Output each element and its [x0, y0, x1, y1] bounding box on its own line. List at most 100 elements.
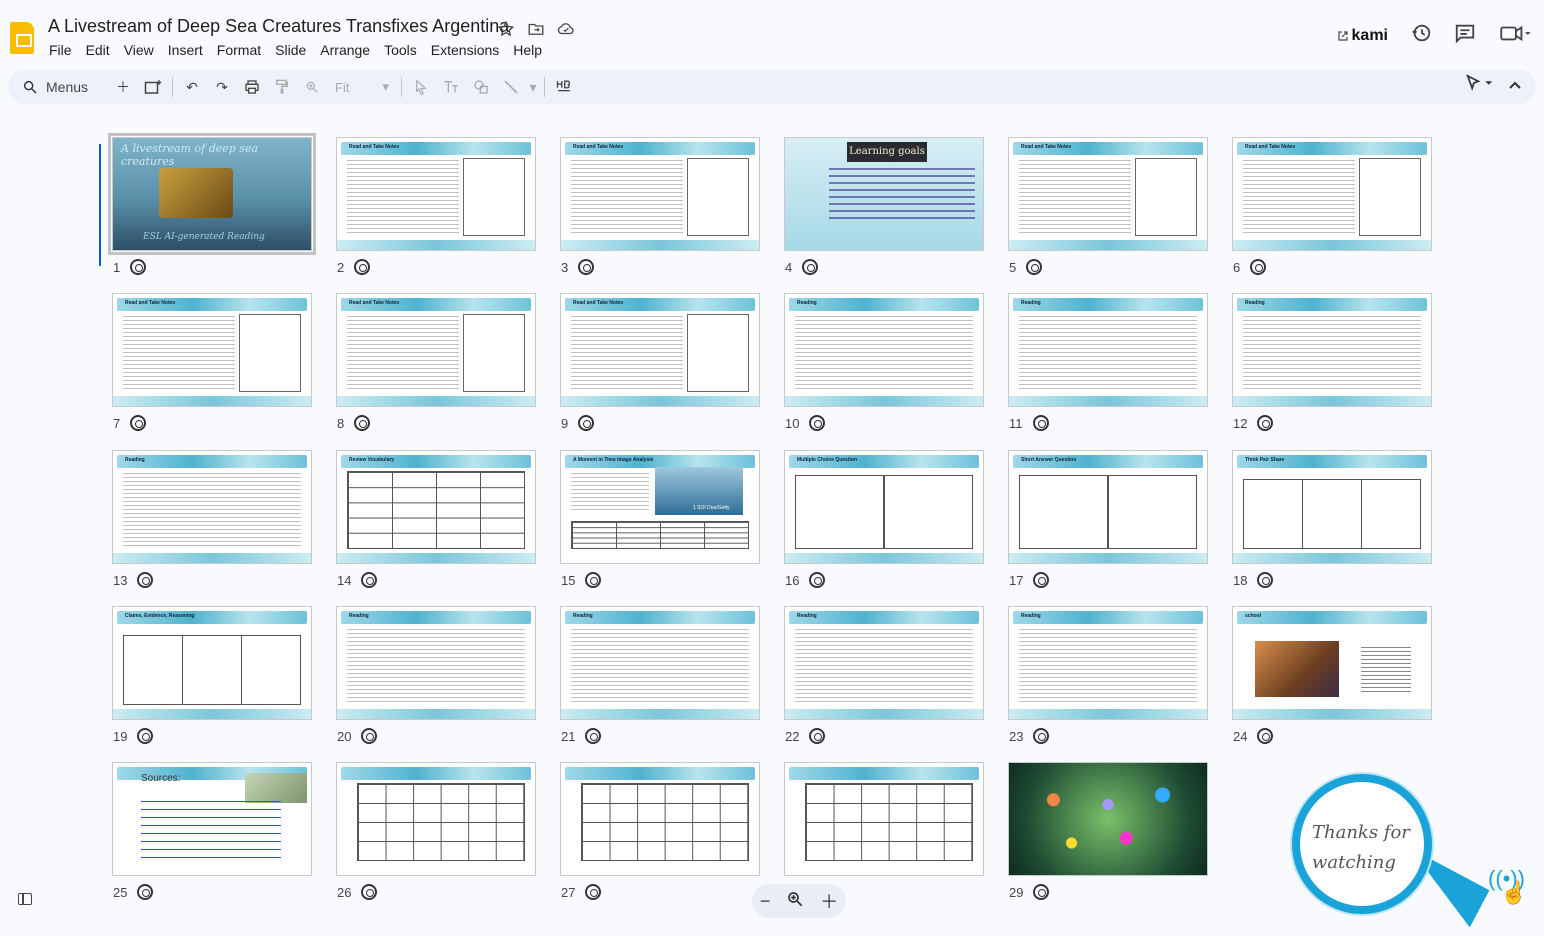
audio-speaker-icon[interactable] — [1257, 415, 1274, 431]
spelling-check-icon[interactable] — [549, 74, 579, 100]
slide-thumbnail[interactable]: Reading — [1232, 293, 1432, 407]
audio-speaker-icon[interactable] — [354, 415, 371, 431]
menu-insert[interactable]: Insert — [168, 42, 211, 58]
kami-button[interactable]: kami — [1337, 27, 1388, 45]
slide-thumbnail[interactable]: Claims, Evidence, Reasoning — [112, 606, 312, 720]
slide-thumbnail[interactable]: Reading — [336, 606, 536, 720]
pen-mode-icon[interactable] — [1466, 74, 1494, 97]
slide-thumbnail[interactable] — [784, 762, 984, 876]
slide-thumbnail[interactable]: Read and Take Notes — [1232, 137, 1432, 251]
audio-speaker-icon[interactable] — [354, 259, 371, 275]
audio-speaker-icon[interactable] — [137, 572, 154, 588]
audio-speaker-icon[interactable] — [137, 884, 154, 900]
slide-thumbnail[interactable]: Sources: — [112, 762, 312, 876]
audio-speaker-icon[interactable] — [578, 259, 595, 275]
audio-speaker-icon[interactable] — [361, 728, 378, 744]
text-box-icon[interactable] — [436, 74, 466, 100]
slide-thumbnail[interactable]: Learning goals — [784, 137, 984, 251]
version-history-icon[interactable] — [1410, 22, 1432, 49]
menu-search-label: Menus — [46, 79, 89, 95]
audio-speaker-icon[interactable] — [809, 728, 826, 744]
audio-speaker-icon[interactable] — [130, 259, 147, 275]
menu-edit[interactable]: Edit — [86, 42, 118, 58]
menu-help[interactable]: Help — [513, 42, 550, 58]
menu-file[interactable]: File — [49, 42, 80, 58]
audio-speaker-icon[interactable] — [361, 572, 378, 588]
slide-thumbnail[interactable]: Reading — [784, 606, 984, 720]
redo-icon[interactable]: ↷ — [207, 74, 237, 100]
audio-speaker-icon[interactable] — [361, 884, 378, 900]
audio-speaker-icon[interactable] — [585, 884, 602, 900]
zoom-icon[interactable] — [297, 74, 327, 100]
menu-view[interactable]: View — [124, 42, 162, 58]
slide-thumbnail[interactable]: Read and Take Notes — [336, 293, 536, 407]
undo-icon[interactable]: ↶ — [177, 74, 207, 100]
shape-icon[interactable] — [466, 74, 496, 100]
audio-speaker-icon[interactable] — [1026, 259, 1043, 275]
slide-thumbnail[interactable]: Reading — [784, 293, 984, 407]
zoom-select[interactable]: Fit ▾ — [327, 79, 397, 95]
slide-thumbnail[interactable]: Think Pair Share — [1232, 450, 1432, 564]
collapse-toolbar-icon[interactable] — [1508, 77, 1522, 95]
meet-video-icon[interactable] — [1498, 22, 1532, 49]
slide-thumbnail[interactable]: Read and Take Notes — [560, 293, 760, 407]
audio-speaker-icon[interactable] — [585, 572, 602, 588]
menu-arrange[interactable]: Arrange — [320, 42, 378, 58]
audio-speaker-icon[interactable] — [130, 415, 147, 431]
audio-speaker-icon[interactable] — [578, 415, 595, 431]
slide-number: 11 — [1009, 415, 1023, 431]
slide-thumbnail[interactable]: Reading — [1008, 293, 1208, 407]
slide-thumbnail[interactable]: A Moment in Time Image Analysis 1 SOI Doe… — [560, 450, 760, 564]
menu-extensions[interactable]: Extensions — [431, 42, 507, 58]
audio-speaker-icon[interactable] — [1033, 728, 1050, 744]
slide-thumbnail[interactable]: Read and Take Notes — [1008, 137, 1208, 251]
menu-tools[interactable]: Tools — [384, 42, 425, 58]
line-dropdown-chevron-icon[interactable]: ▾ — [526, 74, 540, 100]
audio-speaker-icon[interactable] — [137, 728, 154, 744]
slide-thumbnail[interactable]: Read and Take Notes — [336, 137, 536, 251]
slide-thumbnail[interactable]: Multiple Choice Question — [784, 450, 984, 564]
audio-speaker-icon[interactable] — [802, 259, 819, 275]
audio-speaker-icon[interactable] — [1257, 572, 1274, 588]
star-icon[interactable] — [496, 19, 516, 39]
zoom-out-button[interactable]: − — [760, 891, 771, 912]
slide-thumbnail[interactable]: school — [1232, 606, 1432, 720]
move-folder-icon[interactable] — [526, 19, 546, 39]
paint-format-icon[interactable] — [267, 74, 297, 100]
slide-thumbnail[interactable]: A livestream of deep sea creatures ESL AI… — [108, 133, 316, 255]
cloud-saved-icon[interactable] — [556, 19, 576, 39]
add-slide-layout-icon[interactable] — [138, 74, 168, 100]
select-cursor-icon[interactable] — [406, 74, 436, 100]
document-title[interactable]: A Livestream of Deep Sea Creatures Trans… — [48, 16, 509, 37]
line-icon[interactable] — [496, 74, 526, 100]
slide-thumbnail[interactable]: Reading — [560, 606, 760, 720]
audio-speaker-icon[interactable] — [585, 728, 602, 744]
audio-speaker-icon[interactable] — [1033, 884, 1050, 900]
slide-thumbnail[interactable]: Read and Take Notes — [560, 137, 760, 251]
zoom-in-button[interactable]: ＋ — [820, 888, 838, 914]
filmstrip-toggle-icon[interactable] — [18, 893, 32, 905]
zoom-magnifier-icon[interactable] — [786, 890, 804, 913]
menu-format[interactable]: Format — [217, 42, 269, 58]
slide-thumbnail[interactable]: Reading — [1008, 606, 1208, 720]
audio-speaker-icon[interactable] — [1257, 728, 1274, 744]
menu-slide[interactable]: Slide — [275, 42, 314, 58]
new-slide-icon[interactable]: ＋ — [108, 74, 138, 100]
slide-thumbnail[interactable]: Short Answer Question — [1008, 450, 1208, 564]
slide-thumbnail[interactable]: Review Vocabulary — [336, 450, 536, 564]
slide-thumbnail[interactable] — [336, 762, 536, 876]
slide-thumbnail[interactable] — [1008, 762, 1208, 876]
slide-thumbnail[interactable] — [560, 762, 760, 876]
slide-thumbnail[interactable]: Read and Take Notes — [112, 293, 312, 407]
print-icon[interactable] — [237, 74, 267, 100]
collage-art — [1017, 771, 1199, 867]
audio-speaker-icon[interactable] — [1032, 415, 1049, 431]
audio-speaker-icon[interactable] — [809, 415, 826, 431]
audio-speaker-icon[interactable] — [809, 572, 826, 588]
audio-speaker-icon[interactable] — [1033, 572, 1050, 588]
slide-thumbnail[interactable]: Reading — [112, 450, 312, 564]
slides-logo-icon[interactable] — [10, 22, 34, 54]
menu-search[interactable]: Menus — [18, 74, 108, 100]
comments-icon[interactable] — [1454, 22, 1476, 49]
audio-speaker-icon[interactable] — [1250, 259, 1267, 275]
